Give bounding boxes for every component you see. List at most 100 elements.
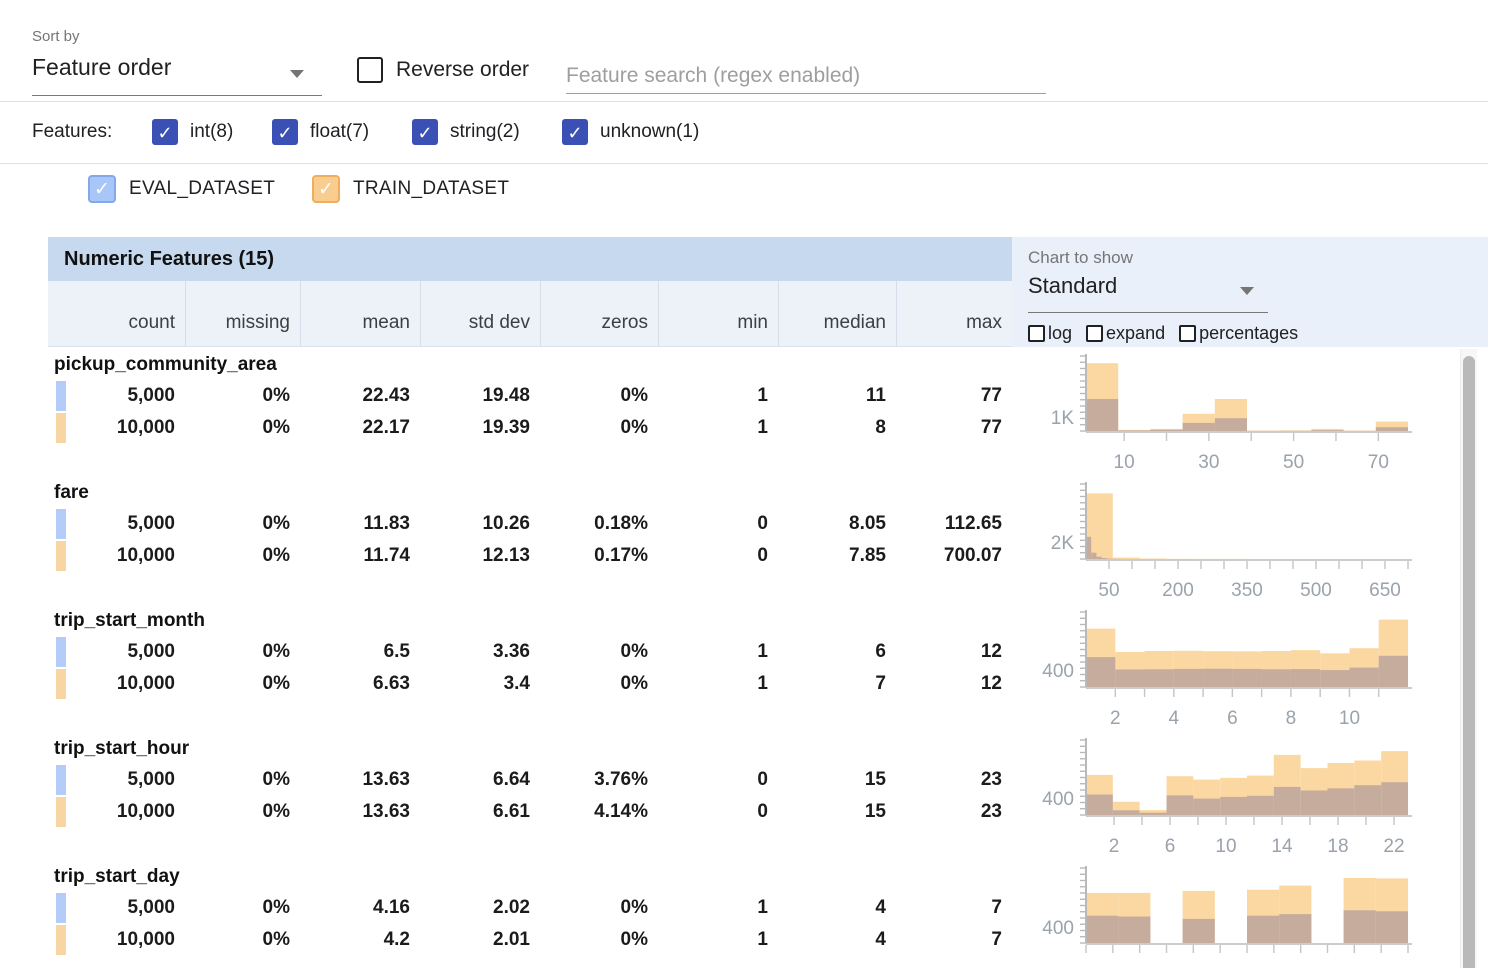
- stat-zeros: 0%: [540, 929, 658, 951]
- chart-option-percentages: percentages: [1179, 323, 1298, 344]
- dataset-checkbox[interactable]: ✓: [88, 175, 116, 203]
- dataset-color-swatch: [56, 765, 66, 795]
- column-header-min: min: [658, 281, 778, 346]
- checkmark-icon: ✓: [274, 121, 296, 143]
- svg-text:8: 8: [1286, 708, 1297, 729]
- feature-name: trip_start_month: [54, 610, 205, 632]
- vertical-scrollbar[interactable]: [1460, 349, 1477, 968]
- feature-block-trip_start_day: trip_start_day5,0000%4.162.020%14710,000…: [0, 864, 1488, 968]
- stat-count: 5,000: [48, 897, 185, 919]
- stat-median: 4: [778, 929, 896, 951]
- feature-block-pickup_community_area: pickup_community_area5,0000%22.4319.480%…: [0, 352, 1488, 480]
- stat-missing: 0%: [185, 545, 300, 567]
- chevron-down-icon: [290, 70, 304, 78]
- feature-name: pickup_community_area: [54, 354, 277, 376]
- feature-type-filter: ✓int(8): [152, 119, 233, 147]
- stat-zeros: 4.14%: [540, 801, 658, 823]
- column-header-max: max: [896, 281, 1012, 346]
- feature-type-checkbox[interactable]: ✓: [562, 119, 588, 145]
- feature-type-filter: ✓float(7): [272, 119, 369, 147]
- stats-row-eval: 5,0000%13.636.643.76%01523: [48, 764, 1012, 796]
- stat-zeros: 0%: [540, 897, 658, 919]
- stat-min: 0: [658, 545, 778, 567]
- stat-zeros: 0%: [540, 641, 658, 663]
- stat-median: 8: [778, 417, 896, 439]
- stat-median: 11: [778, 385, 896, 407]
- stat-count: 5,000: [48, 769, 185, 791]
- expand-checkbox[interactable]: [1086, 325, 1103, 342]
- stat-std-dev: 19.48: [420, 385, 540, 407]
- stat-median: 15: [778, 801, 896, 823]
- stat-max: 77: [896, 385, 1012, 407]
- dataset-name-label: TRAIN_DATASET: [353, 178, 509, 199]
- stats-row-train: 10,0000%6.633.40%1712: [48, 668, 1012, 700]
- svg-text:10: 10: [1215, 836, 1236, 857]
- stats-row-train: 10,0000%4.22.010%147: [48, 924, 1012, 956]
- svg-text:2: 2: [1109, 836, 1120, 857]
- stat-min: 1: [658, 417, 778, 439]
- facets-overview-app: Sort by Feature order Reverse order Feat…: [0, 0, 1488, 968]
- dataset-color-swatch: [56, 669, 66, 699]
- feature-type-checkbox[interactable]: ✓: [412, 119, 438, 145]
- histogram-chart-pickup_community_area: 103050701K: [1018, 352, 1428, 478]
- svg-text:350: 350: [1231, 580, 1263, 601]
- percentages-checkbox[interactable]: [1179, 325, 1196, 342]
- log-checkbox[interactable]: [1028, 325, 1045, 342]
- stat-mean: 4.16: [300, 897, 420, 919]
- chart-option-checkboxes: log expand percentages: [1028, 323, 1298, 344]
- log-label: log: [1048, 323, 1072, 344]
- feature-type-label: string(2): [450, 121, 520, 142]
- stat-max: 12: [896, 641, 1012, 663]
- dataset-legend-item: ✓ TRAIN_DATASET: [312, 175, 509, 205]
- dataset-color-swatch: [56, 541, 66, 571]
- stat-min: 1: [658, 641, 778, 663]
- svg-text:70: 70: [1368, 452, 1389, 473]
- chevron-down-icon: [1240, 287, 1254, 295]
- stat-median: 6: [778, 641, 896, 663]
- stat-median: 7.85: [778, 545, 896, 567]
- histogram-chart-fare: 502003505006502K: [1018, 480, 1428, 606]
- stat-std-dev: 3.36: [420, 641, 540, 663]
- stat-mean: 22.17: [300, 417, 420, 439]
- expand-label: expand: [1106, 323, 1165, 344]
- stat-max: 112.65: [896, 513, 1012, 535]
- dataset-checkbox[interactable]: ✓: [312, 175, 340, 203]
- stat-min: 1: [658, 897, 778, 919]
- feature-type-checkbox[interactable]: ✓: [152, 119, 178, 145]
- stat-mean: 4.2: [300, 929, 420, 951]
- select-underline: [1028, 312, 1268, 313]
- stats-row-eval: 5,0000%11.8310.260.18%08.05112.65: [48, 508, 1012, 540]
- svg-text:18: 18: [1327, 836, 1348, 857]
- svg-text:22: 22: [1383, 836, 1404, 857]
- stat-min: 1: [658, 385, 778, 407]
- svg-text:10: 10: [1339, 708, 1360, 729]
- stat-std-dev: 6.61: [420, 801, 540, 823]
- reverse-order-checkbox[interactable]: [357, 57, 383, 83]
- column-header-mean: mean: [300, 281, 420, 346]
- stats-row-train: 10,0000%11.7412.130.17%07.85700.07: [48, 540, 1012, 572]
- feature-type-filter: ✓unknown(1): [562, 119, 699, 147]
- svg-text:400: 400: [1042, 661, 1074, 682]
- chart-type-select[interactable]: Standard: [1028, 273, 1268, 313]
- checkmark-icon: ✓: [414, 121, 436, 143]
- svg-text:10: 10: [1114, 452, 1135, 473]
- stat-std-dev: 3.4: [420, 673, 540, 695]
- stat-std-dev: 2.01: [420, 929, 540, 951]
- column-header-std-dev: std dev: [420, 281, 540, 346]
- stat-median: 4: [778, 897, 896, 919]
- svg-text:2: 2: [1110, 708, 1121, 729]
- stat-count: 5,000: [48, 513, 185, 535]
- features-filter-label: Features:: [32, 121, 112, 143]
- stat-median: 7: [778, 673, 896, 695]
- dataset-color-swatch: [56, 797, 66, 827]
- stat-count: 10,000: [48, 673, 185, 695]
- stat-count: 10,000: [48, 801, 185, 823]
- stat-max: 23: [896, 801, 1012, 823]
- feature-type-checkbox[interactable]: ✓: [272, 119, 298, 145]
- stat-zeros: 0.17%: [540, 545, 658, 567]
- stat-median: 8.05: [778, 513, 896, 535]
- sort-by-select[interactable]: Feature order: [32, 54, 322, 96]
- scrollbar-thumb[interactable]: [1463, 356, 1475, 968]
- feature-search-input[interactable]: [566, 58, 1046, 94]
- checkmark-icon: ✓: [154, 121, 176, 143]
